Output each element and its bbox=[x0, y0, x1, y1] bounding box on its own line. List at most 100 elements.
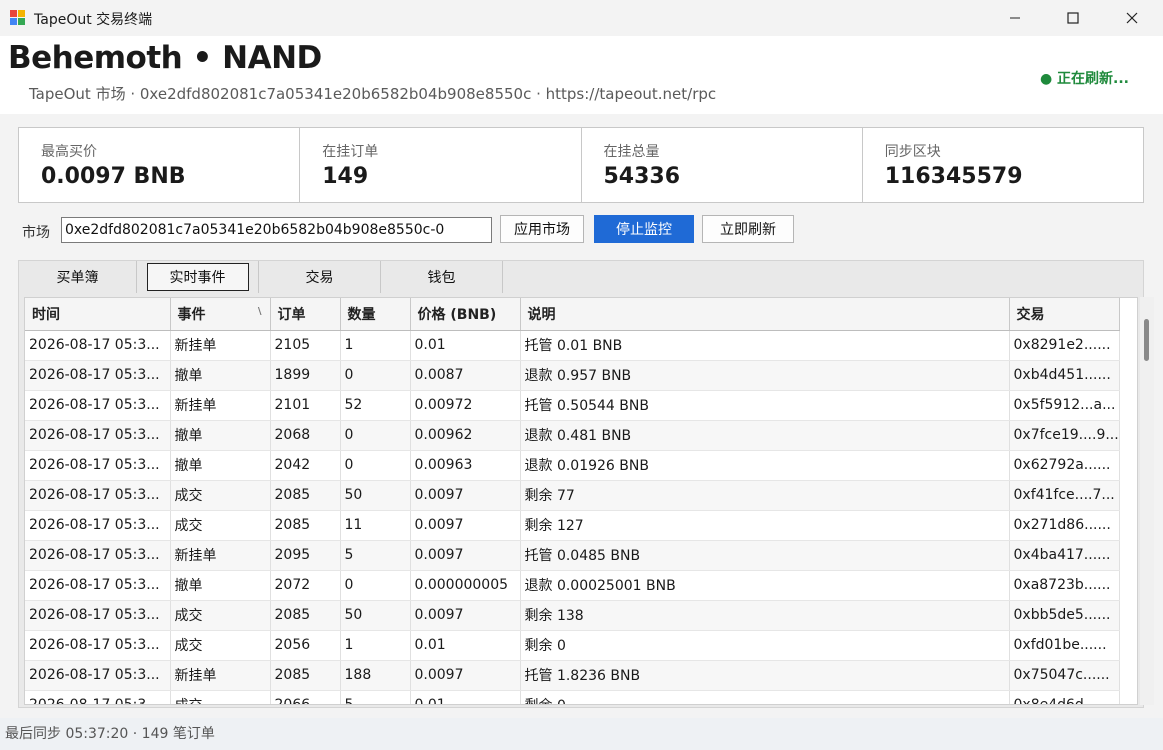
close-button[interactable] bbox=[1103, 0, 1161, 36]
table-row[interactable]: 2026-08-17 05:3... 成交 2085 50 0.0097 剩余 138 0x… bbox=[25, 600, 1120, 631]
table-cell: 2066 bbox=[270, 690, 341, 704]
stat-synced-block: 同步区块 116345579 bbox=[863, 128, 1143, 202]
market-row: 市场 应用市场 停止监控 立即刷新 bbox=[0, 214, 1163, 246]
table-cell: 成交 bbox=[170, 600, 271, 631]
table-cell: 2026-08-17 05:3... bbox=[25, 600, 171, 631]
column-header[interactable]: 时间 bbox=[25, 298, 171, 331]
app-icon bbox=[10, 10, 26, 26]
market-label: 市场 bbox=[22, 225, 50, 241]
table-cell: 2056 bbox=[270, 630, 341, 661]
column-header[interactable]: 订单 bbox=[270, 298, 341, 331]
stat-value: 54336 bbox=[603, 164, 681, 189]
table-cell: 2105 bbox=[270, 330, 341, 361]
table-cell: 0x75047c...... bbox=[1009, 660, 1120, 691]
vertical-scrollbar[interactable] bbox=[1140, 297, 1154, 705]
table-row[interactable]: 2026-08-17 05:3... 撤单 2068 0 0.00962 退款 0.481… bbox=[25, 420, 1120, 451]
header-row: 时间 事件 \ 订单 数量 价格 (BNB) 说明 交易 bbox=[25, 298, 1120, 331]
table-cell: 0.0097 bbox=[410, 540, 521, 571]
table-cell: 新挂单 bbox=[170, 660, 271, 691]
table-cell: 0.00963 bbox=[410, 450, 521, 481]
tab-bar: 买单簿 实时事件 交易 钱包 bbox=[19, 261, 503, 293]
refresh-now-button[interactable]: 立即刷新 bbox=[702, 215, 794, 243]
stat-label: 最高买价 bbox=[41, 144, 97, 160]
stop-monitor-button[interactable]: 停止监控 bbox=[594, 215, 694, 243]
column-header[interactable]: 数量 bbox=[340, 298, 411, 331]
events-grid[interactable]: 时间 事件 \ 订单 数量 价格 (BNB) 说明 交易 2026-08-17 0… bbox=[24, 297, 1138, 705]
table-cell: 退款 0.957 BNB bbox=[520, 360, 1010, 391]
table-cell: 0xf41fce....7... bbox=[1009, 480, 1120, 511]
table-cell: 退款 0.00025001 BNB bbox=[520, 570, 1010, 601]
market-input[interactable] bbox=[61, 217, 492, 243]
table-cell: 0xb4d451...... bbox=[1009, 360, 1120, 391]
maximize-icon bbox=[1067, 12, 1079, 24]
tab-label: 交易 bbox=[305, 270, 334, 286]
table-row[interactable]: 2026-08-17 05:3... 撤单 2072 0 0.000000005 退款 0… bbox=[25, 570, 1120, 601]
table-row[interactable]: 2026-08-17 05:3... 新挂单 2101 52 0.00972 托管 0.5… bbox=[25, 390, 1120, 421]
table-cell: 成交 bbox=[170, 510, 271, 541]
table-cell: 11 bbox=[340, 510, 411, 541]
tab-wallet[interactable]: 钱包 bbox=[381, 261, 503, 293]
table-cell: 退款 0.481 BNB bbox=[520, 420, 1010, 451]
table-cell: 2068 bbox=[270, 420, 341, 451]
table-row[interactable]: 2026-08-17 05:3... 撤单 2042 0 0.00963 退款 0.019… bbox=[25, 450, 1120, 481]
scrollbar-thumb[interactable] bbox=[1144, 319, 1149, 361]
column-header[interactable]: 说明 bbox=[520, 298, 1010, 331]
column-header[interactable]: 价格 (BNB) bbox=[410, 298, 521, 331]
column-header[interactable]: 交易 bbox=[1009, 298, 1120, 331]
table-row[interactable]: 2026-08-17 05:3... 新挂单 2095 5 0.0097 托管 0.048… bbox=[25, 540, 1120, 571]
table-cell: 2026-08-17 05:3... bbox=[25, 690, 171, 704]
table-cell: 0xa8723b...... bbox=[1009, 570, 1120, 601]
table-row[interactable]: 2026-08-17 05:3... 成交 2085 50 0.0097 剩余 77 0xf… bbox=[25, 480, 1120, 511]
table-cell: 0.0087 bbox=[410, 360, 521, 391]
tab-label: 钱包 bbox=[427, 270, 456, 286]
table-cell: 剩余 0 bbox=[520, 630, 1010, 661]
table-cell: 0x7fce19....9... bbox=[1009, 420, 1120, 451]
table-cell: 50 bbox=[340, 480, 411, 511]
table-row[interactable]: 2026-08-17 05:3... 成交 2056 1 0.01 剩余 0 0xfd01b… bbox=[25, 630, 1120, 661]
tab-trade[interactable]: 交易 bbox=[259, 261, 381, 293]
table-cell: 0x8e4d6d...... bbox=[1009, 690, 1120, 704]
table-cell: 1 bbox=[340, 330, 411, 361]
table-row[interactable]: 2026-08-17 05:3...成交206650.01剩余 00x8e4d6… bbox=[25, 690, 1120, 704]
window-title: TapeOut 交易终端 bbox=[34, 12, 153, 28]
table-cell: 2026-08-17 05:3... bbox=[25, 450, 171, 481]
table-cell: 52 bbox=[340, 390, 411, 421]
table-cell: 2026-08-17 05:3... bbox=[25, 420, 171, 451]
table-cell: 撤单 bbox=[170, 450, 271, 481]
table-cell: 0x62792a...... bbox=[1009, 450, 1120, 481]
table-cell: 0xbb5de5...... bbox=[1009, 600, 1120, 631]
table-row[interactable]: 2026-08-17 05:3... 撤单 1899 0 0.0087 退款 0.957 … bbox=[25, 360, 1120, 391]
stat-value: 0.0097 BNB bbox=[41, 164, 186, 189]
stat-value: 149 bbox=[322, 164, 369, 189]
maximize-button[interactable] bbox=[1044, 0, 1102, 36]
table-row[interactable]: 2026-08-17 05:3... 新挂单 2105 1 0.01 托管 0.01 BN… bbox=[25, 330, 1120, 361]
table-cell: 2026-08-17 05:3... bbox=[25, 660, 171, 691]
table-cell: 188 bbox=[340, 660, 411, 691]
table-cell: 托管 1.8236 BNB bbox=[520, 660, 1010, 691]
table-cell: 0x8291e2...... bbox=[1009, 330, 1120, 361]
stat-open-orders: 在挂订单 149 bbox=[300, 128, 582, 202]
table-cell: 托管 0.01 BNB bbox=[520, 330, 1010, 361]
tab-live-events[interactable]: 实时事件 bbox=[137, 261, 259, 293]
table-cell: 2026-08-17 05:3... bbox=[25, 540, 171, 571]
table-cell: 2026-08-17 05:3... bbox=[25, 360, 171, 391]
table-cell: 0.01 bbox=[410, 630, 521, 661]
tab-panel: 买单簿 实时事件 交易 钱包 时间 事件 \ 订单 数量 价格 (BNB) 说明 … bbox=[18, 260, 1154, 708]
table-row[interactable]: 2026-08-17 05:3... 新挂单 2085 188 0.0097 托管 1.8… bbox=[25, 660, 1120, 691]
status-text: 最后同步 05:37:20 · 149 笔订单 bbox=[5, 726, 215, 742]
table-cell: 0x271d86...... bbox=[1009, 510, 1120, 541]
apply-market-button[interactable]: 应用市场 bbox=[500, 215, 584, 243]
tab-label: 实时事件 bbox=[146, 263, 249, 291]
table-cell: 2085 bbox=[270, 510, 341, 541]
column-header[interactable]: 事件 \ bbox=[170, 298, 271, 331]
minimize-icon bbox=[1010, 17, 1020, 19]
tab-order-book[interactable]: 买单簿 bbox=[19, 261, 137, 293]
stat-label: 同步区块 bbox=[884, 144, 941, 160]
table-cell: 2026-08-17 05:3... bbox=[25, 390, 171, 421]
table-row[interactable]: 2026-08-17 05:3... 成交 2085 11 0.0097 剩余 127 0x… bbox=[25, 510, 1120, 541]
minimize-button[interactable] bbox=[986, 0, 1044, 36]
table-cell: 2072 bbox=[270, 570, 341, 601]
table-cell: 剩余 77 bbox=[520, 480, 1010, 511]
table-cell: 2026-08-17 05:3... bbox=[25, 630, 171, 661]
table-cell: 0 bbox=[340, 450, 411, 481]
